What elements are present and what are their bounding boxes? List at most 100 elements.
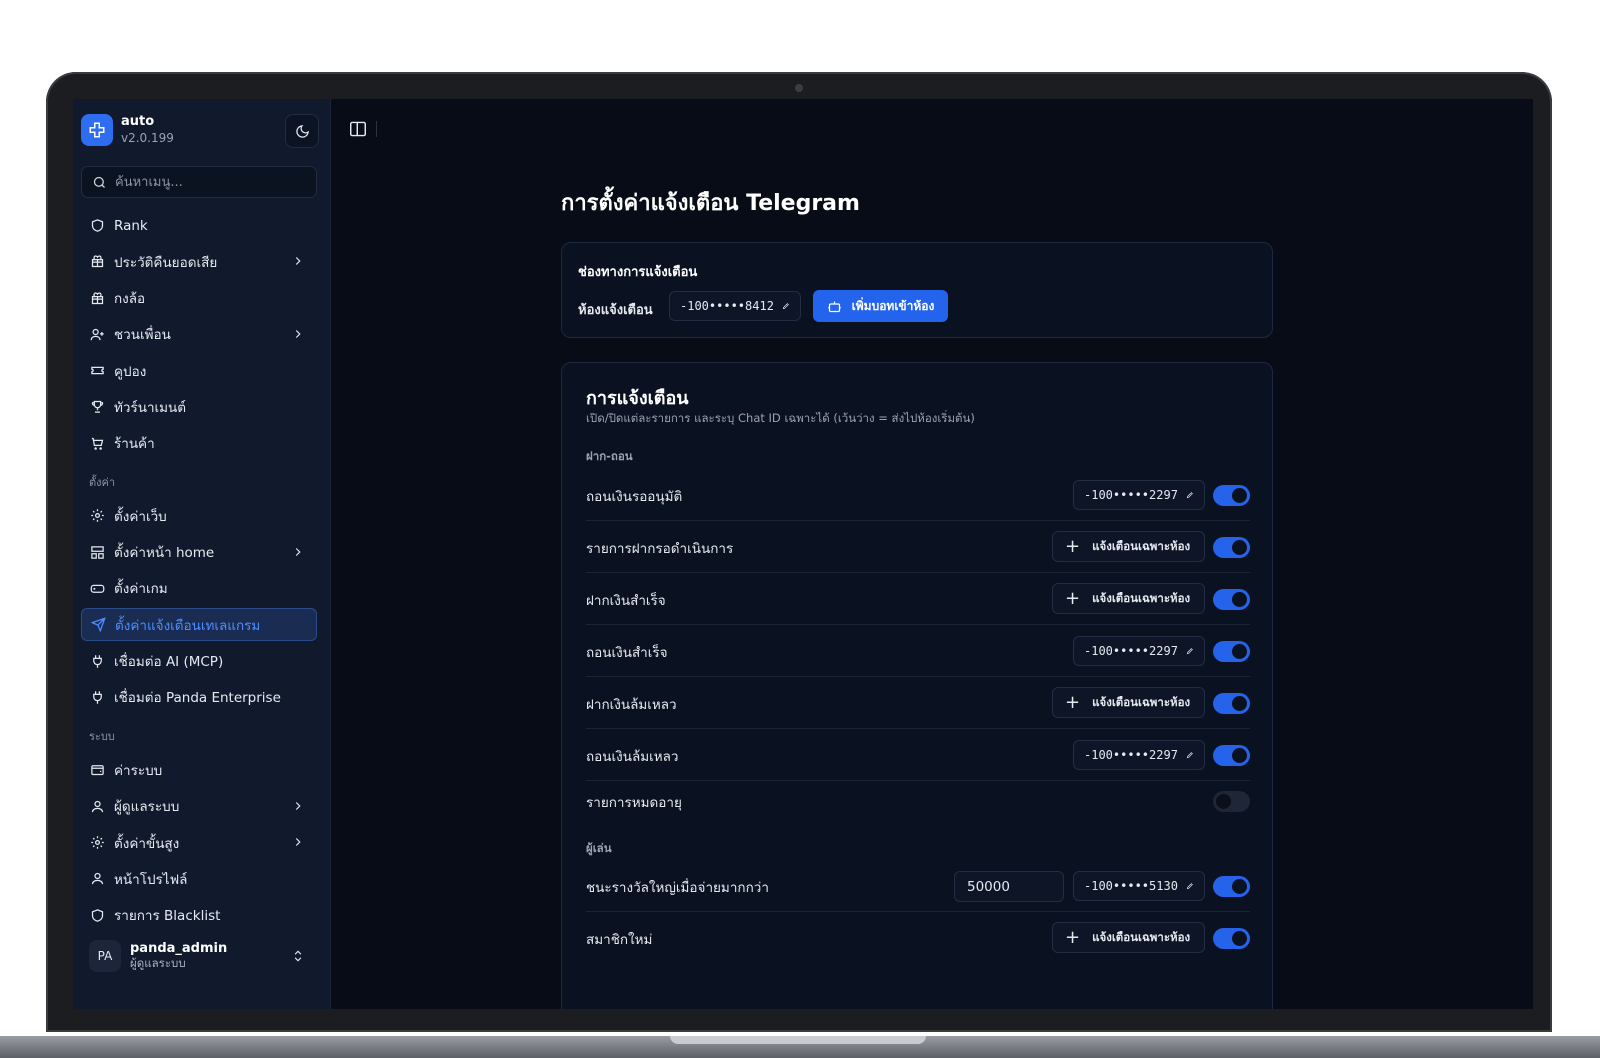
brand[interactable]: auto v2.0.199 [81,114,174,146]
sidebar-nav: Rank ประวัติคืนยอดเสีย กงล้อ ชวนเพื่อน ค… [81,209,317,935]
add-room-button[interactable]: + แจ้งเตือนเฉพาะห้อง [1052,687,1205,718]
add-room-button[interactable]: + แจ้งเตือนเฉพาะห้อง [1052,583,1205,614]
sidebar-item-wheel[interactable]: กงล้อ [81,282,317,315]
sidebar-item-game-settings[interactable]: ตั้งค่าเกม [81,572,317,605]
add-room-button[interactable]: + แจ้งเตือนเฉพาะห้อง [1052,922,1205,953]
sidebar-item-web-settings[interactable]: ตั้งค่าเว็บ [81,499,317,532]
plug-icon [89,689,105,705]
bot-icon [827,299,842,314]
sidebar-item-label: รายการ Blacklist [114,908,221,925]
pencil-icon [782,303,789,310]
user-name: panda_admin [130,941,228,956]
sidebar-item-blacklist[interactable]: รายการ Blacklist [81,899,317,932]
pencil-icon [1186,648,1193,655]
sidebar-item-advanced-settings[interactable]: ตั้งค่าขั้นสูง [81,826,317,859]
notification-row-withdraw-pending: ถอนเงินรออนุมัติ -100•••••2297 [586,469,1250,521]
system-section-label: ระบบ [89,730,115,744]
toggle-switch[interactable] [1213,537,1250,558]
sidebar-item-shop[interactable]: ร้านค้า [81,427,317,460]
sidebar-item-label: ตั้งค่าเว็บ [114,508,167,525]
toggle-switch[interactable] [1213,876,1250,897]
layout-icon [89,544,105,560]
chat-id-value: -100•••••2297 [1084,488,1178,502]
sidebar-item-panda-enterprise[interactable]: เชื่อมต่อ Panda Enterprise [81,681,317,714]
sidebar-item-label: ตั้งค่าขั้นสูง [114,835,180,852]
notification-row-new-member: สมาชิกใหม่ + แจ้งเตือนเฉพาะห้อง [586,912,1250,964]
settings-section-label: ตั้งค่า [89,476,116,490]
sidebar-item-invite-friends[interactable]: ชวนเพื่อน [81,318,317,351]
panel-left-icon [350,121,366,137]
room-chat-id[interactable]: -100•••••8412 [669,291,801,321]
page-title: การตั้งค่าแจ้งเตือน Telegram [561,191,860,216]
toggle-switch[interactable] [1213,485,1250,506]
group-label-players: ผู้เล่น [586,841,612,855]
add-room-label: แจ้งเตือนเฉพาะห้อง [1092,538,1191,553]
screen: auto v2.0.199 Rank ประวัติคืนยอดเสีย ก [73,99,1533,1009]
sidebar-toggle-button[interactable] [349,121,367,141]
row-label: ถอนเงินรออนุมัติ [586,489,683,505]
sidebar-item-system-values[interactable]: ค่าระบบ [81,753,317,786]
cart-icon [89,435,105,451]
row-chat-id[interactable]: -100•••••2297 [1073,636,1205,666]
chevron-up-down-icon [294,950,302,962]
trophy-icon [89,399,105,415]
row-label: ถอนเงินสำเร็จ [586,645,668,661]
shield-icon [89,907,105,923]
add-bot-button[interactable]: เพิ่มบอทเข้าห้อง [813,290,948,322]
row-label: รายการฝากรอดำเนินการ [586,541,734,557]
add-room-label: แจ้งเตือนเฉพาะห้อง [1092,590,1191,605]
row-chat-id[interactable]: -100•••••2297 [1073,480,1205,510]
sidebar-item-label: ตั้งค่าแจ้งเตือนเทเลแกรม [115,617,261,634]
theme-toggle-button[interactable] [285,114,319,148]
notification-row-expired: รายการหมดอายุ [586,781,1250,821]
toggle-switch[interactable] [1213,693,1250,714]
sidebar-item-label: เชื่อมต่อ AI (MCP) [114,654,224,671]
pencil-icon [1186,492,1193,499]
sidebar-item-cashback-history[interactable]: ประวัติคืนยอดเสีย [81,245,317,278]
sidebar-item-label: หน้าโปรไฟล์ [114,871,188,888]
sidebar-item-admins[interactable]: ผู้ดูแลระบบ [81,790,317,823]
wallet-icon [89,762,105,778]
chevron-right-icon [295,801,301,810]
notifications-title: การแจ้งเตือน [586,388,689,409]
user-menu[interactable]: PA panda_admin ผู้ดูแลระบบ [81,935,317,977]
user-role: ผู้ดูแลระบบ [130,956,186,970]
sidebar-item-coupon[interactable]: คูปอง [81,354,317,387]
row-chat-id[interactable]: -100•••••5130 [1073,871,1205,901]
channel-card: ช่องทางการแจ้งเตือน ห้องแจ้งเตือน -100••… [561,242,1273,338]
sidebar-item-label: คูปอง [114,363,147,380]
toggle-switch[interactable] [1213,589,1250,610]
room-label: ห้องแจ้งเตือน [578,303,653,318]
divider [376,121,377,137]
add-bot-label: เพิ่มบอทเข้าห้อง [851,298,935,313]
notification-row-big-win: ชนะรางวัลใหญ่เมื่อจ่ายมากกว่า -100•••••5… [586,860,1250,912]
row-label: ชนะรางวัลใหญ่เมื่อจ่ายมากกว่า [586,880,769,896]
sidebar-item-label: ค่าระบบ [114,762,163,779]
row-chat-id[interactable]: -100•••••2297 [1073,740,1205,770]
menu-search[interactable] [81,166,317,198]
toggle-switch[interactable] [1213,791,1250,812]
pencil-icon [1186,883,1193,890]
notifications-card: การแจ้งเตือน เปิด/ปิดแต่ละรายการ และระบุ… [561,362,1273,1009]
add-room-button[interactable]: + แจ้งเตือนเฉพาะห้อง [1052,531,1205,562]
main-content: การตั้งค่าแจ้งเตือน Telegram ช่องทางการแ… [331,99,1533,1009]
search-input[interactable] [115,174,305,190]
sidebar: auto v2.0.199 Rank ประวัติคืนยอดเสีย ก [73,99,331,1009]
send-icon [90,617,106,633]
row-label: รายการหมดอายุ [586,795,682,811]
ticket-icon [89,363,105,379]
sidebar-item-label: กงล้อ [114,291,146,308]
sidebar-item-tournament[interactable]: ทัวร์นาเมนต์ [81,390,317,423]
sidebar-item-mcp[interactable]: เชื่อมต่อ AI (MCP) [81,645,317,678]
sidebar-item-telegram-settings[interactable]: ตั้งค่าแจ้งเตือนเทเลแกรม [81,608,317,642]
sidebar-item-label: ผู้ดูแลระบบ [114,799,180,816]
sidebar-item-rank[interactable]: Rank [81,209,317,242]
big-win-amount-input[interactable] [954,871,1064,902]
sidebar-item-label: ประวัติคืนยอดเสีย [114,254,218,271]
avatar: PA [89,940,121,972]
sidebar-item-profile[interactable]: หน้าโปรไฟล์ [81,862,317,895]
toggle-switch[interactable] [1213,928,1250,949]
toggle-switch[interactable] [1213,641,1250,662]
toggle-switch[interactable] [1213,745,1250,766]
sidebar-item-home-settings[interactable]: ตั้งค่าหน้า home [81,536,317,569]
